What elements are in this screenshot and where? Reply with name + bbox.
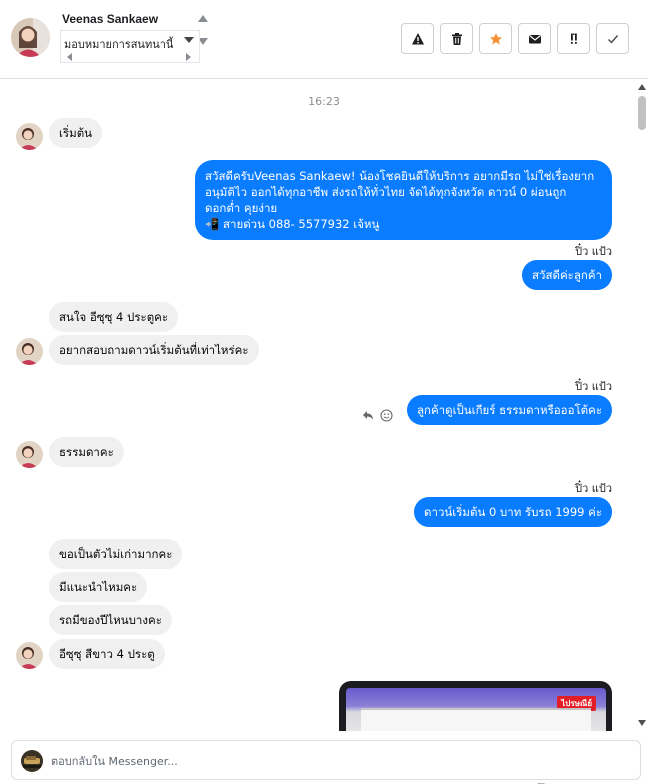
assign-conversation-dropdown[interactable]: มอบหมายการสนทนานี้ <box>60 30 200 63</box>
contact-avatar-small[interactable] <box>16 642 43 669</box>
conversation-header: Veenas Sankaew มอบหมายการสนทนานี้ <box>0 0 648 79</box>
outgoing-message[interactable]: ลูกค้าดูเป็นเกียร์ ธรรมดาหรือออโต้คะ <box>406 395 612 425</box>
conversation-actions <box>401 23 629 54</box>
incoming-message[interactable]: ขอเป็นตัวไม่เก่ามากคะ <box>49 539 183 569</box>
composer-toolbar <box>476 776 636 784</box>
outgoing-image-message[interactable]: ไปรษณีย์ <box>339 681 612 731</box>
incoming-message[interactable]: รถมีของปีไหนบางคะ <box>49 605 172 635</box>
reply-composer <box>11 740 641 780</box>
scroll-up-arrow[interactable] <box>198 15 208 22</box>
contact-avatar-small[interactable] <box>16 338 43 365</box>
scrollbar-thumb[interactable] <box>638 96 646 130</box>
contact-avatar-small[interactable] <box>16 123 43 150</box>
conversation-scrollbar[interactable] <box>636 80 648 731</box>
mark-unread-button[interactable] <box>518 23 551 54</box>
star-icon <box>489 32 502 44</box>
sender-name: ปิ๋ว แป้ว <box>575 245 612 258</box>
contact-avatar-small[interactable] <box>16 441 43 468</box>
car-photo: ไปรษณีย์ <box>346 688 606 731</box>
checkmark-icon <box>607 34 618 44</box>
incoming-message[interactable]: ธรรมดาคะ <box>49 437 124 467</box>
incoming-message[interactable]: สนใจ อีซุซุ 4 ประตูคะ <box>49 302 179 332</box>
contact-name[interactable]: Veenas Sankaew <box>62 12 158 26</box>
sender-name: ปิ๋ว แป้ว <box>575 380 612 393</box>
chevron-down-icon <box>184 37 194 43</box>
assign-dropdown-value: มอบหมายการสนทนานี้ <box>64 38 174 51</box>
trash-icon <box>451 32 462 45</box>
outgoing-message[interactable]: สวัสดีค่ะลูกค้า <box>522 260 612 290</box>
warning-icon <box>411 32 424 44</box>
incoming-message[interactable]: อีซุซุ สีขาว 4 ประตู <box>49 639 165 669</box>
incoming-message[interactable]: เริ่มต้น <box>49 118 103 148</box>
follow-up-button[interactable] <box>557 23 590 54</box>
scroll-right-arrow[interactable] <box>186 53 191 61</box>
react-icon[interactable] <box>380 408 393 422</box>
outgoing-message[interactable]: สวัสดีครับVeenas Sankaew! น้องโชคยินดีให… <box>195 160 612 240</box>
delete-button[interactable] <box>440 23 473 54</box>
star-button[interactable] <box>479 23 512 54</box>
scroll-down-arrow[interactable] <box>638 720 646 726</box>
incoming-message[interactable]: อยากสอบถามดาวน์เริ่มต้นที่เท่าไหร่คะ <box>49 335 259 365</box>
incoming-message[interactable]: มีแนะนำไหมคะ <box>49 572 148 602</box>
envelope-icon <box>528 34 541 43</box>
message-tools <box>362 407 394 423</box>
scroll-left-arrow[interactable] <box>67 53 72 61</box>
follow-up-icon <box>570 33 577 44</box>
mark-done-button[interactable] <box>596 23 629 54</box>
outgoing-message[interactable]: ดาวน์เริ่มต้น 0 บาท รับรถ 1999 ค่ะ <box>414 497 612 527</box>
contact-avatar[interactable] <box>11 18 50 57</box>
message-line: อนุมัติไว ออกได้ทุกอาชีพ ส่งรถให้ทั่วไทย… <box>205 185 567 199</box>
car-image <box>361 708 591 731</box>
sender-name: ปิ๋ว แป้ว <box>575 482 612 495</box>
message-line: สวัสดีครับVeenas Sankaew! น้องโชคยินดีให… <box>205 169 595 183</box>
message-line: ดอกต่ำ คุยง่าย <box>205 201 278 215</box>
inbox-conversation-panel: Veenas Sankaew มอบหมายการสนทนานี้ 16:23 … <box>0 0 648 784</box>
page-avatar <box>21 750 43 772</box>
reply-input[interactable] <box>51 751 611 771</box>
scroll-up-arrow[interactable] <box>638 84 646 90</box>
message-list[interactable]: 16:23 เริ่มต้น สวัสดีครับVeenas Sankaew!… <box>0 80 648 731</box>
message-line: 📲 สายด่วน 088- 5577932 เจ้หนู <box>205 217 380 231</box>
reply-icon[interactable] <box>362 409 374 421</box>
message-timestamp: 16:23 <box>308 95 340 108</box>
report-spam-button[interactable] <box>401 23 434 54</box>
